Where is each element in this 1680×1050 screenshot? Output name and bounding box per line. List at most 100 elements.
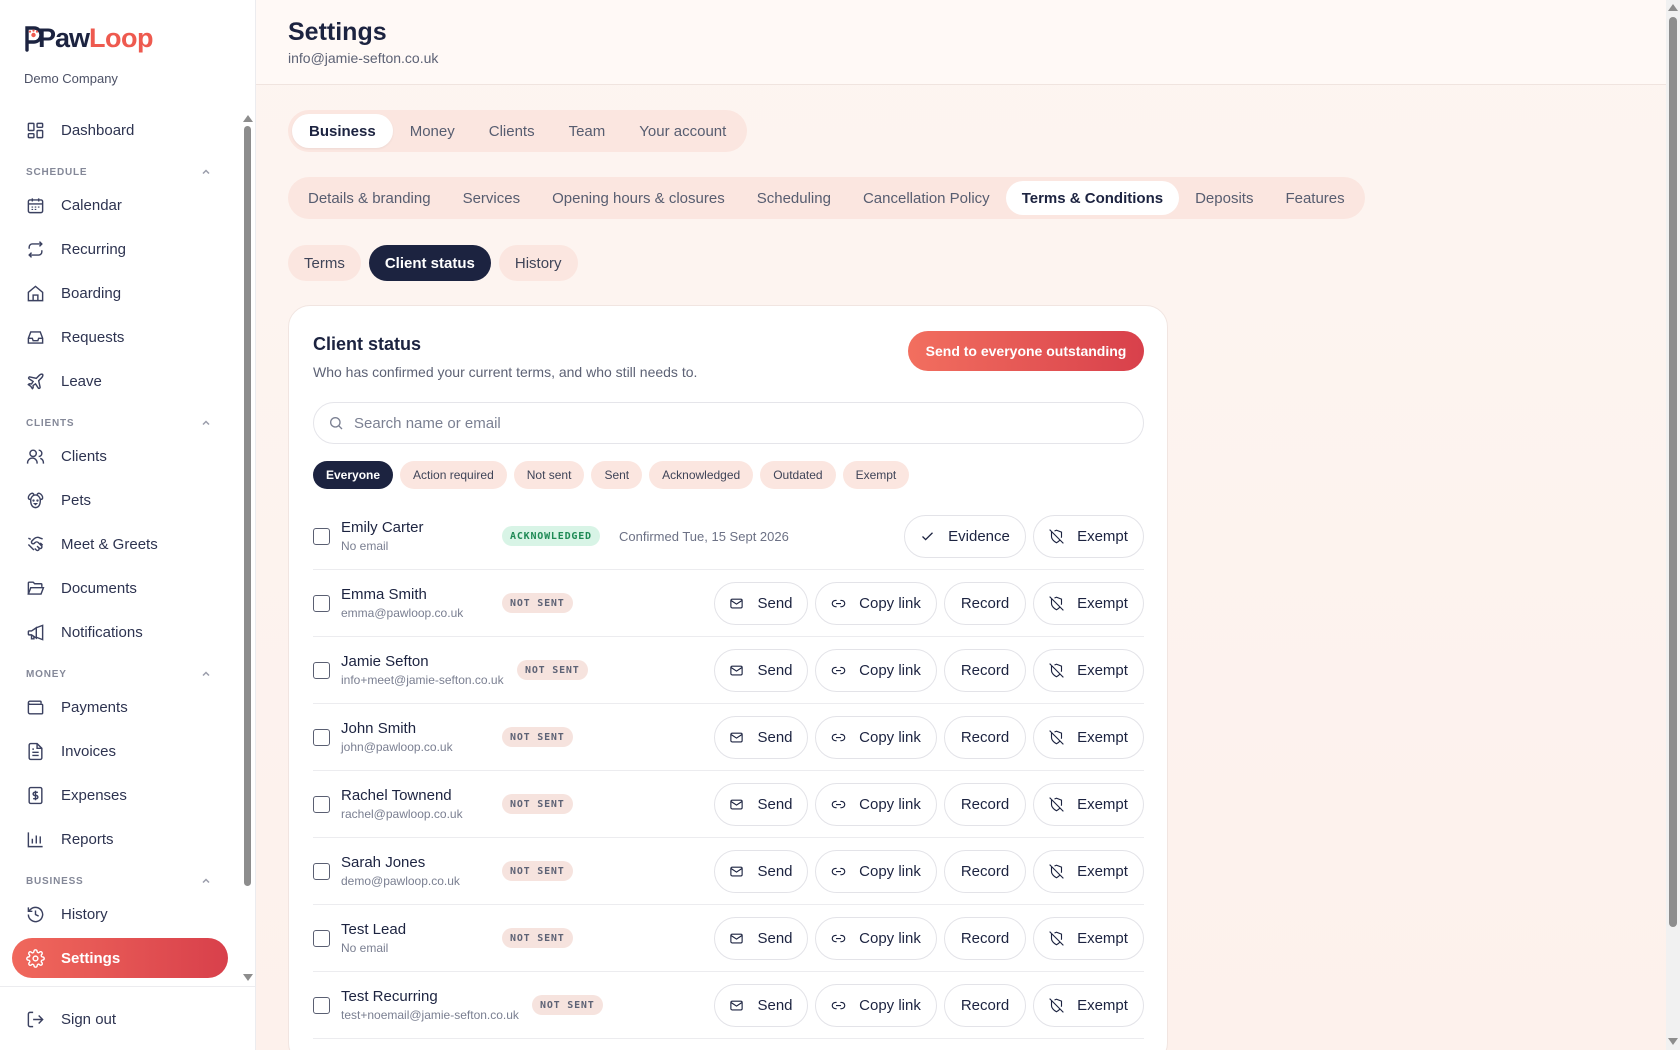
tab-terms[interactable]: Terms — [288, 245, 361, 281]
tab-deposits[interactable]: Deposits — [1179, 181, 1269, 215]
scroll-down-arrow-icon[interactable] — [1668, 1038, 1678, 1045]
copy-link-button[interactable]: Copy link — [815, 917, 937, 960]
row-checkbox[interactable] — [313, 662, 330, 679]
copy-link-button[interactable]: Copy link — [815, 984, 937, 1027]
search-field[interactable] — [313, 402, 1144, 444]
record-button[interactable]: Record — [944, 649, 1026, 692]
sidebar-scroll-thumb[interactable] — [244, 126, 251, 886]
scroll-up-arrow-icon[interactable] — [1668, 4, 1678, 11]
sidebar-item-label: Clients — [61, 447, 107, 465]
send-button[interactable]: Send — [714, 984, 808, 1027]
sidebar-item-reports[interactable]: Reports — [12, 819, 228, 859]
exempt-button[interactable]: Exempt — [1033, 649, 1144, 692]
tab-opening-hours[interactable]: Opening hours & closures — [536, 181, 741, 215]
sidebar-item-invoices[interactable]: Invoices — [12, 731, 228, 771]
client-name: Emily Carter — [341, 519, 424, 536]
row-checkbox[interactable] — [313, 796, 330, 813]
send-button[interactable]: Send — [714, 850, 808, 893]
tab-client-status[interactable]: Client status — [368, 245, 491, 281]
row-checkbox[interactable] — [313, 930, 330, 947]
sidebar-item-settings[interactable]: Settings — [12, 938, 228, 978]
record-button[interactable]: Record — [944, 783, 1026, 826]
nav-group-business[interactable]: BUSINESS — [26, 875, 212, 887]
sidebar-item-leave[interactable]: Leave — [12, 361, 228, 401]
exempt-button[interactable]: Exempt — [1033, 917, 1144, 960]
sidebar-item-history[interactable]: History — [12, 894, 228, 934]
sidebar-item-recurring[interactable]: Recurring — [12, 229, 228, 269]
sidebar-item-payments[interactable]: Payments — [12, 687, 228, 727]
copy-link-button[interactable]: Copy link — [815, 582, 937, 625]
send-button[interactable]: Send — [714, 783, 808, 826]
sidebar-item-documents[interactable]: Documents — [12, 568, 228, 608]
pawloop-logo[interactable]: PawLoop — [24, 22, 154, 54]
sidebar-item-dashboard[interactable]: Dashboard — [12, 110, 228, 150]
record-button[interactable]: Record — [944, 716, 1026, 759]
search-input[interactable] — [354, 414, 1143, 432]
copy-link-button[interactable]: Copy link — [815, 716, 937, 759]
evidence-button[interactable]: Evidence — [904, 515, 1026, 558]
filter-exempt[interactable]: Exempt — [842, 461, 910, 489]
link-icon — [831, 934, 846, 943]
tab-your-account[interactable]: Your account — [622, 114, 743, 148]
tab-services[interactable]: Services — [447, 181, 537, 215]
page-scrollbar[interactable] — [1666, 0, 1680, 1050]
filter-not-sent[interactable]: Not sent — [513, 461, 585, 489]
tab-features[interactable]: Features — [1269, 181, 1360, 215]
nav-group-schedule[interactable]: SCHEDULE — [26, 166, 212, 178]
filter-everyone[interactable]: Everyone — [313, 461, 394, 489]
exempt-button[interactable]: Exempt — [1033, 783, 1144, 826]
sidebar-item-requests[interactable]: Requests — [12, 317, 228, 357]
mail-icon — [730, 866, 744, 877]
tab-team[interactable]: Team — [552, 114, 623, 148]
row-checkbox[interactable] — [313, 528, 330, 545]
tab-clients[interactable]: Clients — [472, 114, 552, 148]
sign-out-button[interactable]: Sign out — [12, 999, 228, 1039]
exempt-button[interactable]: Exempt — [1033, 582, 1144, 625]
send-button[interactable]: Send — [714, 716, 808, 759]
nav-group-money[interactable]: MONEY — [26, 668, 212, 680]
page-scroll-thumb[interactable] — [1669, 17, 1677, 927]
copy-link-button[interactable]: Copy link — [815, 850, 937, 893]
send-to-everyone-button[interactable]: Send to everyone outstanding — [908, 331, 1144, 371]
row-checkbox[interactable] — [313, 729, 330, 746]
exempt-button[interactable]: Exempt — [1033, 716, 1144, 759]
copy-link-button[interactable]: Copy link — [815, 649, 937, 692]
sidebar-scrollbar[interactable] — [242, 112, 253, 982]
exempt-button[interactable]: Exempt — [1033, 515, 1144, 558]
tab-terms-conditions[interactable]: Terms & Conditions — [1005, 181, 1180, 215]
filter-sent[interactable]: Sent — [591, 461, 643, 489]
tab-cancellation-policy[interactable]: Cancellation Policy — [847, 181, 1006, 215]
copy-link-button[interactable]: Copy link — [815, 783, 937, 826]
sidebar-item-pets[interactable]: Pets — [12, 480, 228, 520]
sidebar-item-notifications[interactable]: Notifications — [12, 612, 228, 652]
sidebar-item-clients[interactable]: Clients — [12, 436, 228, 476]
scroll-up-arrow-icon[interactable] — [243, 115, 253, 122]
filter-outdated[interactable]: Outdated — [760, 461, 836, 489]
row-checkbox[interactable] — [313, 997, 330, 1014]
sidebar-item-boarding[interactable]: Boarding — [12, 273, 228, 313]
filter-action-required[interactable]: Action required — [400, 461, 507, 489]
tab-details-branding[interactable]: Details & branding — [292, 181, 447, 215]
record-button[interactable]: Record — [944, 850, 1026, 893]
exempt-button[interactable]: Exempt — [1033, 984, 1144, 1027]
exempt-button[interactable]: Exempt — [1033, 850, 1144, 893]
sidebar-item-meet-greets[interactable]: Meet & Greets — [12, 524, 228, 564]
sidebar-item-calendar[interactable]: Calendar — [12, 185, 228, 225]
record-button[interactable]: Record — [944, 917, 1026, 960]
sidebar-item-expenses[interactable]: Expenses — [12, 775, 228, 815]
client-row: Emma Smith emma@pawloop.co.uk NOT SENT S… — [313, 570, 1144, 637]
tab-scheduling[interactable]: Scheduling — [741, 181, 847, 215]
tab-business[interactable]: Business — [292, 114, 393, 148]
row-checkbox[interactable] — [313, 863, 330, 880]
record-button[interactable]: Record — [944, 984, 1026, 1027]
tab-money[interactable]: Money — [393, 114, 472, 148]
filter-acknowledged[interactable]: Acknowledged — [649, 461, 754, 489]
tab-history[interactable]: History — [498, 245, 578, 281]
nav-group-clients[interactable]: CLIENTS — [26, 417, 212, 429]
scroll-down-arrow-icon[interactable] — [243, 974, 253, 981]
send-button[interactable]: Send — [714, 582, 808, 625]
send-button[interactable]: Send — [714, 649, 808, 692]
row-checkbox[interactable] — [313, 595, 330, 612]
send-button[interactable]: Send — [714, 917, 808, 960]
record-button[interactable]: Record — [944, 582, 1026, 625]
